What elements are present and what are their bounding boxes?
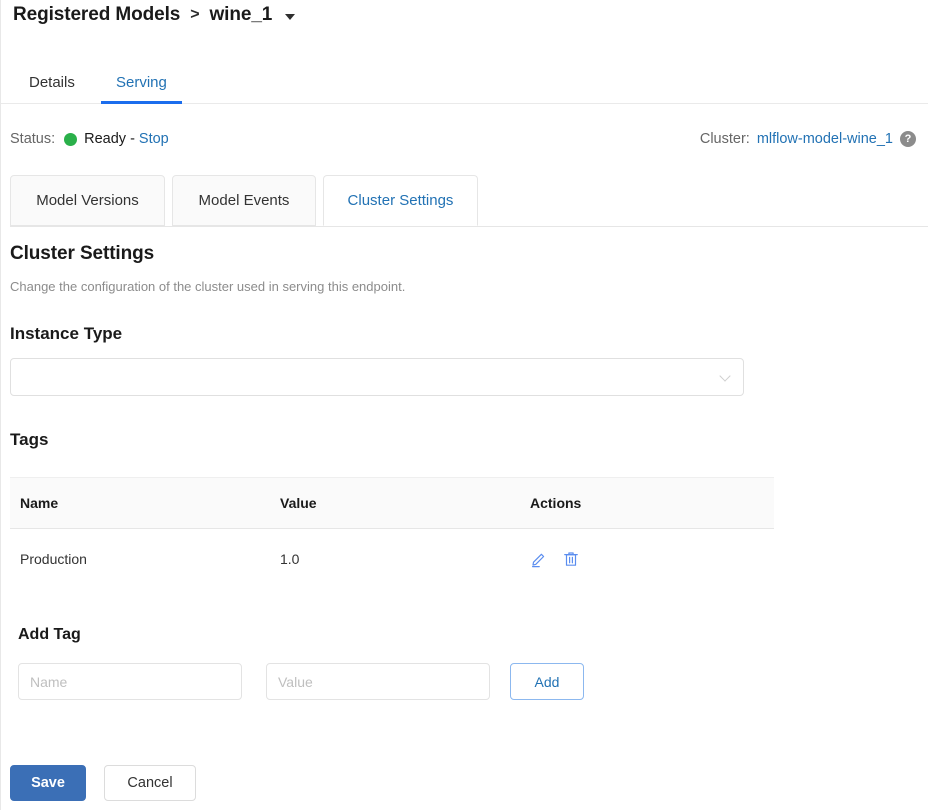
tab-model-events[interactable]: Model Events — [172, 175, 316, 226]
tab-details[interactable]: Details — [29, 62, 75, 103]
tag-value-cell: 1.0 — [270, 529, 520, 590]
tags-table: Name Value Actions Production 1.0 — [10, 477, 774, 589]
status-indicator-dot — [64, 133, 77, 146]
edit-icon[interactable] — [530, 550, 548, 568]
status-label: Status: — [10, 131, 55, 147]
tags-label: Tags — [10, 430, 48, 450]
table-row: Production 1.0 — [10, 529, 774, 590]
cluster-link[interactable]: mlflow-model-wine_1 — [757, 131, 893, 147]
chevron-down-icon — [720, 372, 731, 383]
tab-model-events-label: Model Events — [199, 192, 290, 209]
page-title: Cluster Settings — [10, 243, 154, 265]
top-tab-bar: Details Serving — [1, 62, 928, 104]
stop-serving-link[interactable]: Stop — [139, 131, 169, 147]
column-header-actions: Actions — [520, 478, 774, 529]
page-subtitle: Change the configuration of the cluster … — [10, 279, 405, 294]
table-header-row: Name Value Actions — [10, 478, 774, 529]
save-button[interactable]: Save — [10, 765, 86, 801]
add-tag-button[interactable]: Add — [510, 663, 584, 700]
add-tag-value-input[interactable] — [266, 663, 490, 700]
cancel-button[interactable]: Cancel — [104, 765, 196, 801]
breadcrumb: Registered Models > wine_1 — [13, 4, 295, 26]
chevron-down-icon[interactable] — [285, 14, 295, 20]
cluster-info: Cluster: mlflow-model-wine_1 ? — [700, 131, 916, 147]
trash-icon[interactable] — [562, 550, 580, 568]
status-separator: - — [130, 131, 135, 147]
tab-serving-label: Serving — [116, 74, 167, 91]
instance-type-label: Instance Type — [10, 324, 122, 344]
tab-cluster-settings-label: Cluster Settings — [348, 192, 454, 209]
add-tag-name-input[interactable] — [18, 663, 242, 700]
tag-actions-cell — [520, 529, 774, 590]
tab-details-label: Details — [29, 74, 75, 91]
tab-model-versions-label: Model Versions — [36, 192, 139, 209]
instance-type-select[interactable] — [10, 358, 744, 396]
page-root: Registered Models > wine_1 Details Servi… — [0, 0, 928, 810]
add-tag-label: Add Tag — [18, 626, 81, 644]
column-header-value: Value — [270, 478, 520, 529]
cluster-tab-bar: Model Versions Model Events Cluster Sett… — [1, 175, 928, 227]
breadcrumb-separator: > — [189, 6, 200, 24]
status-bar: Status: Ready - Stop — [10, 131, 169, 147]
cluster-label: Cluster: — [700, 131, 750, 147]
help-icon[interactable]: ? — [900, 131, 916, 147]
tab-model-versions[interactable]: Model Versions — [10, 175, 165, 226]
tab-cluster-settings[interactable]: Cluster Settings — [323, 175, 478, 226]
column-header-name: Name — [10, 478, 270, 529]
breadcrumb-current[interactable]: wine_1 — [209, 4, 272, 26]
tag-name-cell: Production — [10, 529, 270, 590]
breadcrumb-root-link[interactable]: Registered Models — [13, 4, 180, 26]
tab-serving[interactable]: Serving — [116, 62, 167, 103]
status-state: Ready — [84, 131, 126, 147]
